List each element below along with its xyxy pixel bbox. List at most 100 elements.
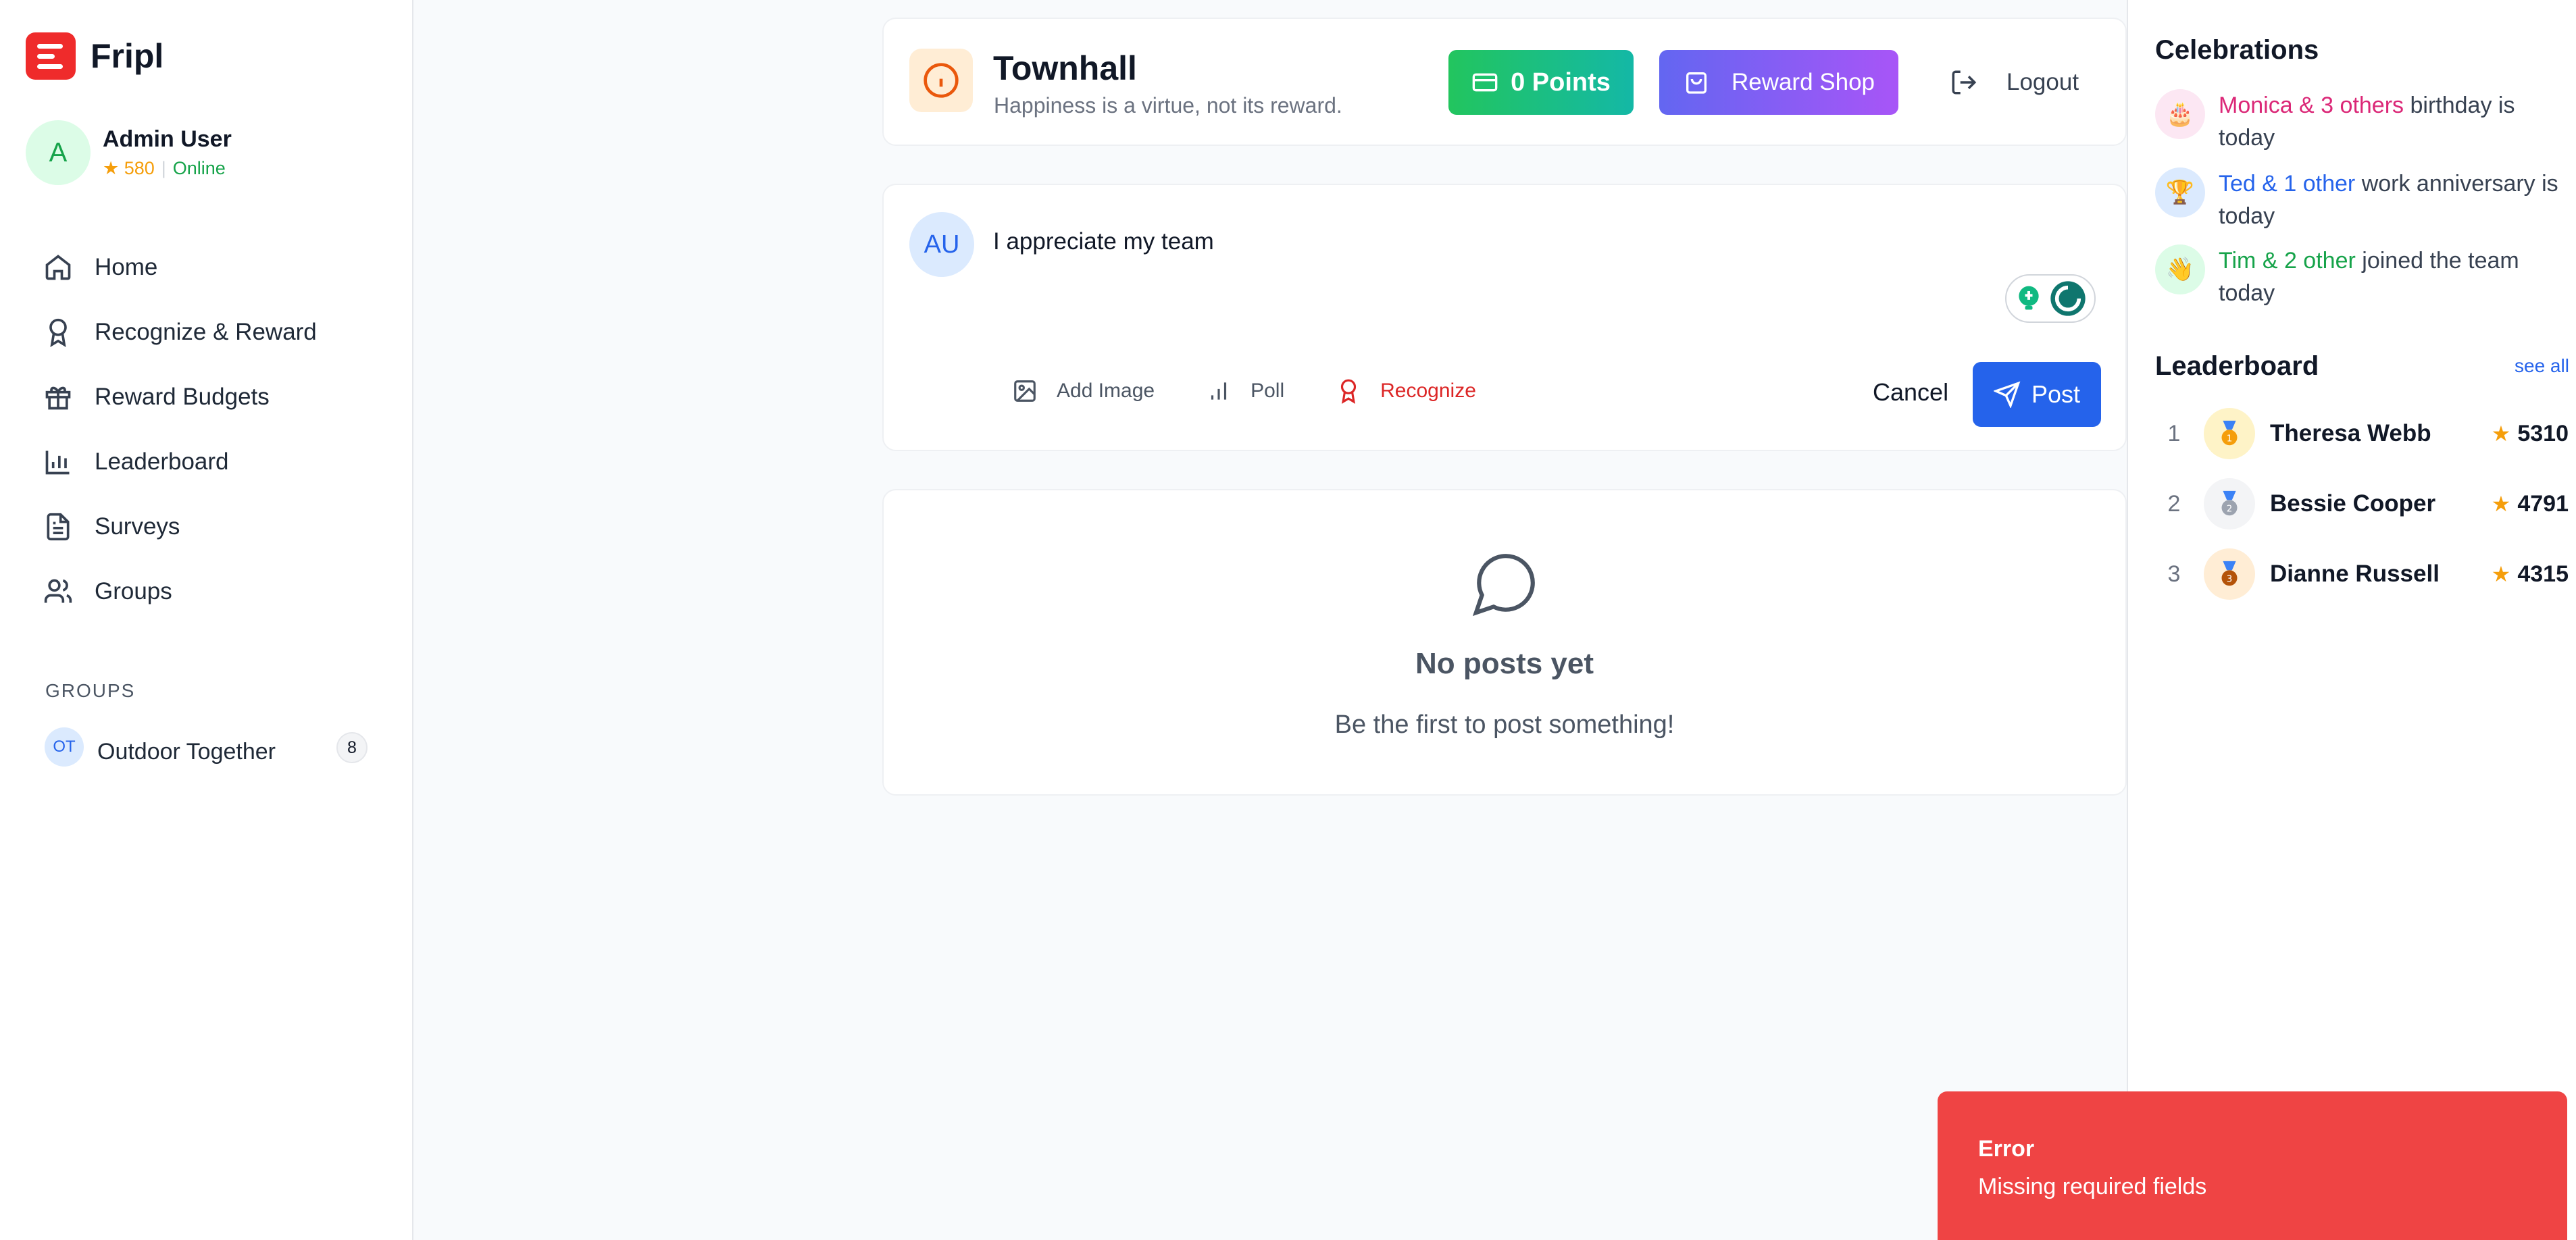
gift-icon (45, 386, 71, 410)
send-icon (1993, 381, 2021, 408)
group-avatar: OT (45, 727, 84, 767)
poll-button[interactable]: Poll (1206, 378, 1284, 404)
celebration-item[interactable]: 🏆 Ted & 1 other work anniversary is toda… (2155, 167, 2560, 232)
nav-item-leaderboard[interactable]: Leaderboard (43, 430, 317, 494)
post-composer: AU I appreciate my team Add Image Poll R… (882, 184, 2127, 451)
feed-empty-state: No posts yet Be the first to post someth… (882, 489, 2127, 796)
svg-text:2: 2 (2227, 505, 2233, 515)
sidebar: Fripl A Admin User ★ 580 | Online Home R… (0, 0, 413, 1240)
leader-points-value: 4315 (2517, 561, 2569, 587)
celebration-text: Tim & 2 other joined the team today (2219, 244, 2560, 309)
post-label: Post (2031, 380, 2081, 408)
page-title: Townhall (993, 49, 1137, 87)
error-toast[interactable]: Error Missing required fields (1938, 1091, 2567, 1240)
add-image-button[interactable]: Add Image (1012, 378, 1155, 404)
celebration-item[interactable]: 🎂 Monica & 3 others birthday is today (2155, 89, 2560, 154)
empty-title: No posts yet (1415, 647, 1594, 680)
user-profile[interactable]: A Admin User ★ 580 | Online (26, 120, 232, 185)
card-icon (1472, 73, 1498, 92)
nav-item-recognize-reward[interactable]: Recognize & Reward (43, 300, 317, 365)
celebration-text: Ted & 1 other work anniversary is today (2219, 167, 2560, 232)
bronze-medal-icon: 3 (2204, 548, 2255, 600)
leader-name: Theresa Webb (2270, 420, 2431, 446)
avatar: AU (909, 212, 974, 277)
leader-points: ★ 4315 (2492, 561, 2569, 588)
status-badge: Online (172, 158, 226, 178)
home-icon (45, 255, 71, 280)
nav-label: Home (95, 254, 158, 280)
leaderboard-heading: Leaderboard (2155, 351, 2319, 381)
rank: 2 (2167, 490, 2181, 517)
leaderboard-row[interactable]: 2 2 Bessie Cooper ★ 4791 (2155, 475, 2569, 532)
nav-item-reward-budgets[interactable]: Reward Budgets (43, 365, 317, 430)
see-all-link[interactable]: see all (2515, 355, 2569, 377)
leaderboard-row[interactable]: 3 3 Dianne Russell ★ 4315 (2155, 546, 2569, 602)
avatar: A (26, 120, 91, 185)
svg-text:1: 1 (2227, 434, 2233, 444)
main-nav: Home Recognize & Reward Reward Budgets L… (43, 235, 317, 624)
bar-chart-icon (45, 450, 70, 475)
leader-points-value: 5310 (2517, 420, 2569, 446)
reward-shop-button[interactable]: Reward Shop (1659, 50, 1898, 115)
star-icon: ★ (2491, 492, 2511, 516)
app-logo[interactable]: Fripl (26, 32, 163, 80)
toast-message: Missing required fields (1978, 1174, 2207, 1199)
group-count-badge: 8 (336, 732, 368, 763)
poll-icon (1211, 382, 1227, 400)
post-text-input[interactable]: I appreciate my team (993, 228, 1939, 255)
leaderboard-row[interactable]: 1 1 Theresa Webb ★ 5310 (2155, 405, 2569, 462)
celebration-highlight[interactable]: Tim & 2 other (2219, 248, 2356, 274)
celebration-text: Monica & 3 others birthday is today (2219, 89, 2560, 154)
group-item-outdoor-together[interactable]: OT Outdoor Together 8 (45, 723, 368, 771)
lightbulb-icon (2019, 286, 2039, 310)
user-points: ★ 580 (103, 158, 155, 178)
group-name: Outdoor Together (97, 738, 276, 765)
celebrations-heading: Celebrations (2155, 35, 2319, 65)
recognize-label: Recognize (1380, 380, 1476, 402)
celebration-highlight[interactable]: Monica & 3 others (2219, 93, 2404, 118)
image-icon (1014, 380, 1036, 402)
leader-name: Dianne Russell (2270, 561, 2440, 587)
grammar-assistant-badge[interactable] (2005, 274, 2096, 323)
grammarly-icon (2050, 281, 2086, 316)
poll-label: Poll (1251, 380, 1285, 402)
leader-points: ★ 4791 (2492, 491, 2569, 517)
points-button[interactable]: 0 Points (1448, 50, 1634, 115)
leader-name: Bessie Cooper (2270, 490, 2436, 517)
award-icon (49, 318, 67, 347)
shopping-bag-icon (1686, 72, 1707, 94)
star-icon: ★ (2491, 421, 2511, 446)
recognize-button[interactable]: Recognize (1336, 378, 1476, 404)
page-header: Townhall Happiness is a virtue, not its … (882, 18, 2127, 146)
svg-text:3: 3 (2227, 575, 2233, 585)
award-icon (1341, 379, 1357, 404)
post-button[interactable]: Post (1973, 362, 2101, 427)
nav-item-surveys[interactable]: Surveys (43, 494, 317, 559)
gold-medal-icon: 1 (2204, 408, 2255, 459)
app-name: Fripl (91, 37, 164, 75)
star-icon: ★ (2491, 562, 2511, 586)
nav-item-groups[interactable]: Groups (43, 559, 317, 624)
logout-button[interactable]: Logout (1950, 50, 2079, 115)
page-subtitle: Happiness is a virtue, not its reward. (994, 93, 1342, 118)
cancel-button[interactable]: Cancel (1873, 378, 1948, 407)
groups-heading: GROUPS (45, 680, 136, 701)
leader-points: ★ 5310 (2492, 421, 2569, 447)
logout-icon (1952, 70, 1977, 95)
celebration-item[interactable]: 👋 Tim & 2 other joined the team today (2155, 244, 2560, 309)
users-icon (44, 579, 72, 603)
nav-label: Groups (95, 578, 172, 604)
nav-item-home[interactable]: Home (43, 235, 317, 300)
rank: 3 (2167, 561, 2181, 587)
divider: | (161, 158, 166, 178)
info-icon (909, 49, 973, 112)
celebration-highlight[interactable]: Ted & 1 other (2219, 171, 2355, 197)
logout-label: Logout (2006, 69, 2079, 95)
trophy-icon: 🏆 (2155, 167, 2205, 217)
document-icon (47, 513, 70, 541)
logo-icon (26, 32, 76, 80)
wave-icon: 👋 (2155, 244, 2205, 294)
rank: 1 (2167, 420, 2181, 446)
reward-shop-label: Reward Shop (1731, 69, 1875, 95)
add-image-label: Add Image (1057, 380, 1155, 402)
